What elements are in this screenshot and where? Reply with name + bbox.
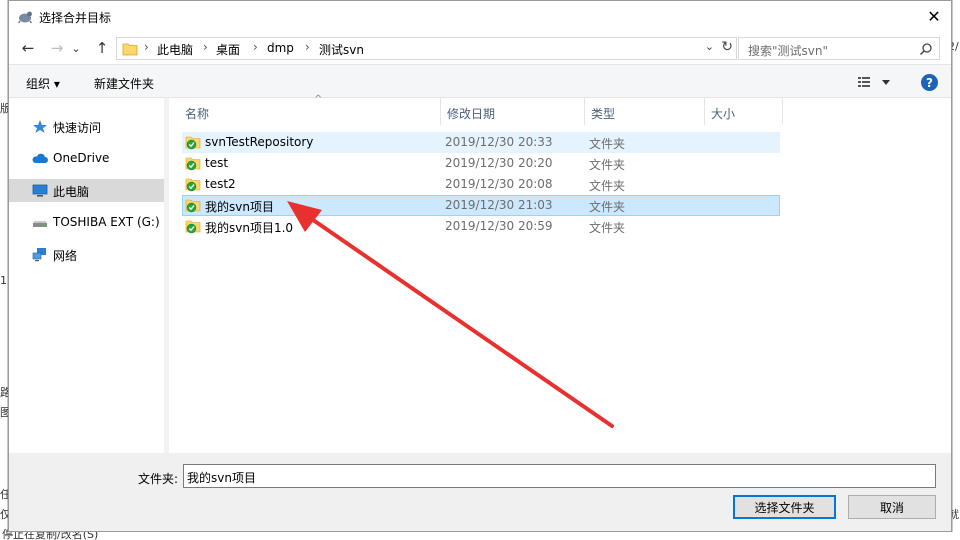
drive-icon (33, 221, 47, 227)
view-options-icon[interactable] (858, 74, 894, 90)
breadcrumb-desktop[interactable]: 桌面 (216, 41, 240, 58)
organize-menu-button[interactable]: 组织 ▾ (26, 75, 60, 92)
file-modified: 2019/12/30 20:59 (445, 219, 553, 233)
command-toolbar: 组织 ▾ 新建文件夹 ? (9, 64, 951, 98)
column-header-label: 大小 (711, 107, 736, 121)
file-modified: 2019/12/30 20:33 (445, 135, 553, 149)
file-name: svnTestRepository (205, 135, 314, 149)
navigation-pane: 快速访问 OneDrive 此电脑 TOSHIBA EXT (G:) 网络 (9, 98, 169, 453)
breadcrumb-separator: › (144, 40, 149, 54)
refresh-icon[interactable]: ↻ (721, 39, 733, 55)
column-header-type[interactable]: 类型 (585, 98, 705, 125)
recent-locations-button[interactable]: ⌄ (69, 39, 83, 57)
folder-label: 文件夹: (138, 472, 179, 486)
nav-item-label: OneDrive (53, 151, 110, 165)
breadcrumb-separator[interactable]: › (253, 40, 258, 54)
file-name: 我的svn项目1.0 (205, 221, 294, 235)
star-icon (33, 120, 47, 133)
file-type: 文件夹 (589, 221, 626, 235)
column-header-size[interactable]: 大小 (705, 98, 783, 125)
file-row-my-svn-project[interactable]: 我的svn项目 2019/12/30 21:03 文件夹 (182, 195, 780, 216)
svn-folder-icon (185, 220, 201, 234)
computer-icon (32, 184, 48, 197)
folder-name-input[interactable]: 我的svn项目 (183, 464, 936, 488)
nav-item-onedrive[interactable]: OneDrive (9, 147, 164, 170)
column-header-label: 修改日期 (447, 107, 496, 121)
file-name: test (205, 156, 229, 170)
forward-button[interactable]: → (47, 39, 67, 57)
search-icon[interactable] (919, 42, 933, 56)
nav-item-network[interactable]: 网络 (9, 243, 164, 266)
tortoisesvn-icon (17, 11, 33, 24)
search-placeholder[interactable]: 搜索"测试svn" (748, 42, 828, 59)
file-type: 文件夹 (589, 179, 626, 193)
sort-ascending-icon: ^ (314, 94, 323, 105)
nav-item-label: 快速访问 (53, 121, 102, 135)
file-type: 文件夹 (589, 158, 626, 172)
background-window-left (0, 0, 8, 540)
address-bar[interactable]: › 此电脑 › 桌面 › dmp › 测试svn ⌄ ↻ (116, 37, 737, 60)
file-list: 名称 ^ 修改日期 类型 大小 svnTestRepository 2019/1… (169, 94, 951, 453)
address-dropdown-button[interactable]: ⌄ (705, 40, 714, 53)
file-modified: 2019/12/30 20:20 (445, 156, 553, 170)
file-name: test2 (205, 177, 236, 191)
file-name: 我的svn项目 (205, 200, 274, 214)
cloud-icon (32, 153, 48, 163)
file-type: 文件夹 (589, 137, 626, 151)
breadcrumb-test-svn[interactable]: 测试svn (319, 41, 364, 58)
folder-icon (122, 43, 138, 56)
nav-item-label: TOSHIBA EXT (G:) (53, 215, 160, 229)
background-window-right (952, 0, 960, 540)
svn-folder-icon (185, 199, 201, 213)
nav-item-toshiba-drive[interactable]: TOSHIBA EXT (G:) (9, 211, 164, 234)
back-button[interactable]: ← (18, 39, 38, 57)
navigation-row: ← → ⌄ ↑ › 此电脑 › 桌面 › dmp › 测试svn ⌄ ↻ 搜索"… (9, 32, 951, 64)
select-folder-button[interactable]: 选择文件夹 (733, 495, 836, 519)
window-title: 选择合并目标 (39, 11, 112, 25)
cancel-button[interactable]: 取消 (848, 495, 936, 519)
bottom-panel: 文件夹: 我的svn项目 选择文件夹 取消 (9, 453, 951, 531)
title-bar: 选择合并目标 ✕ (9, 1, 951, 32)
file-row-test[interactable]: test 2019/12/30 20:20 文件夹 (182, 153, 780, 174)
svn-folder-icon (185, 178, 201, 192)
close-button[interactable]: ✕ (917, 1, 951, 32)
up-button[interactable]: ↑ (92, 39, 112, 57)
nav-item-this-pc[interactable]: 此电脑 (9, 179, 164, 202)
file-row-test2[interactable]: test2 2019/12/30 20:08 文件夹 (182, 174, 780, 195)
file-modified: 2019/12/30 21:03 (445, 198, 553, 212)
network-icon (32, 248, 46, 262)
breadcrumb-separator[interactable]: › (203, 40, 208, 54)
svn-folder-icon (185, 157, 201, 171)
column-header-modified[interactable]: 修改日期 (441, 98, 585, 125)
file-row-my-svn-project-1-0[interactable]: 我的svn项目1.0 2019/12/30 20:59 文件夹 (182, 216, 780, 237)
breadcrumb-separator[interactable]: › (305, 40, 310, 54)
breadcrumb-dmp[interactable]: dmp (267, 41, 294, 55)
file-modified: 2019/12/30 20:08 (445, 177, 553, 191)
nav-item-label: 此电脑 (53, 185, 90, 199)
nav-item-quick-access[interactable]: 快速访问 (9, 115, 164, 138)
file-type: 文件夹 (589, 200, 626, 214)
help-icon[interactable]: ? (921, 74, 938, 91)
column-header-label: 名称 (185, 107, 210, 121)
breadcrumb-this-pc[interactable]: 此电脑 (157, 41, 193, 58)
select-merge-target-dialog: 选择合并目标 ✕ ← → ⌄ ↑ › 此电脑 › 桌面 › dmp › 测试sv… (8, 0, 952, 532)
column-header-name[interactable]: 名称 ^ (179, 94, 441, 125)
file-row-svntestrepository[interactable]: svnTestRepository 2019/12/30 20:33 文件夹 (182, 132, 780, 153)
column-header-label: 类型 (591, 107, 616, 121)
background-fragment: 1 (0, 274, 7, 287)
new-folder-button[interactable]: 新建文件夹 (94, 75, 154, 92)
nav-item-label: 网络 (53, 249, 78, 263)
svn-folder-icon (185, 136, 201, 150)
search-box[interactable]: 搜索"测试svn" (738, 37, 940, 60)
background-window-bottom (0, 532, 960, 540)
